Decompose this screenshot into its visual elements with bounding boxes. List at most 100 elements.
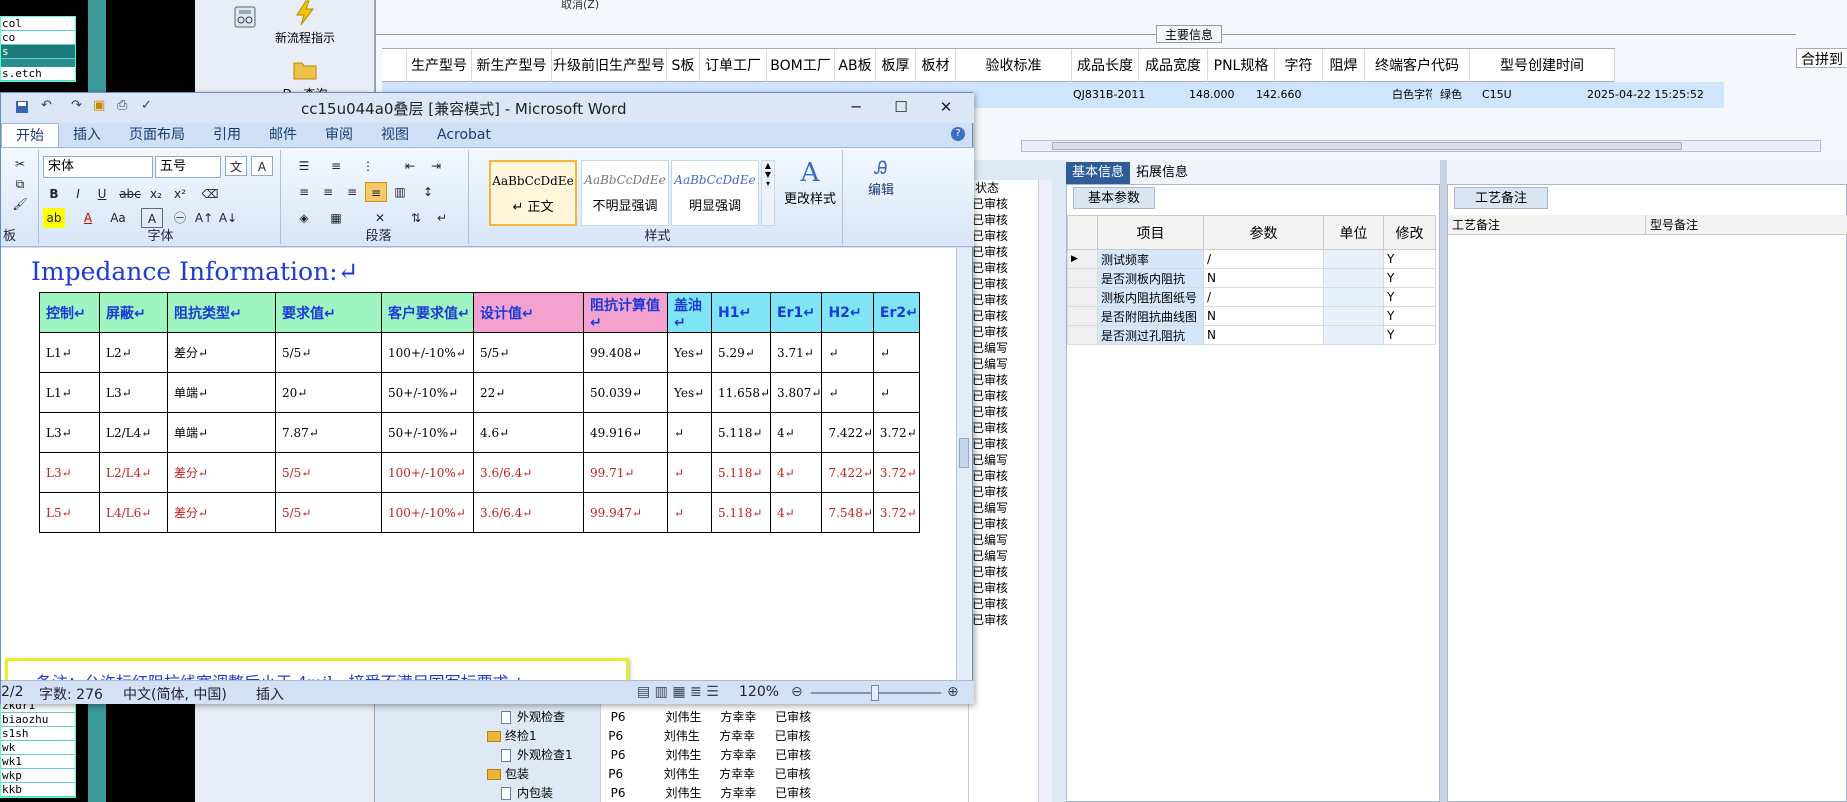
grid-header-cell[interactable]: 板厚 [876,49,916,83]
scrollbar-thumb[interactable] [1052,142,1682,150]
tree-row[interactable]: 终检1 P6 刘伟生 方幸幸 已审核 [451,727,819,746]
font-size-combo[interactable]: 五号 [155,156,221,178]
maximize-button[interactable]: ☐ [886,97,916,117]
list-item[interactable]: co [1,31,75,45]
status-page[interactable]: 2/2 [1,684,24,700]
status-header[interactable]: 状态 [969,180,1038,196]
open-icon[interactable]: ▣ [93,98,105,113]
grid-header-cell[interactable]: 板材 [916,49,956,83]
param-value[interactable]: N [1203,325,1324,345]
panel-splitter[interactable] [1440,160,1447,802]
param-value[interactable]: N [1203,306,1324,326]
tree-row[interactable]: 内包装 P6 刘伟生 方幸幸 已审核 [451,784,819,802]
copy-icon[interactable]: ⧉ [9,174,31,194]
tree-row[interactable]: 外观检查 P6 刘伟生 方幸幸 已审核 [451,708,819,727]
close-button[interactable]: ✕ [931,97,961,117]
tab-extended-info[interactable]: 拓展信息 [1130,162,1194,184]
tab-craft-remarks[interactable]: 工艺备注 [1454,187,1549,209]
increase-indent-icon[interactable]: ⇥ [425,156,447,176]
tab-mailings[interactable]: 邮件 [255,123,311,147]
save-icon[interactable] [15,100,29,114]
table-row[interactable]: 是否测板内阻抗 N Y [1067,268,1436,288]
zoom-in-icon[interactable]: ⊕ [947,684,959,700]
grid-header-cell[interactable]: 型号创建时间 [1470,49,1615,83]
underline-button[interactable]: U [91,184,113,204]
grid-header-cell[interactable]: 订单工厂 [700,49,767,83]
undo-icon[interactable]: ↶ [41,98,52,113]
document-scrollbar[interactable] [956,248,972,680]
numbering-icon[interactable]: ≡ [325,156,347,176]
zoom-out-icon[interactable]: ⊖ [791,684,803,700]
list-item[interactable]: wkp [1,769,75,783]
craft-header-cell[interactable]: 型号备注 [1646,215,1847,235]
clear-format-icon[interactable]: ⌫ [199,184,221,204]
param-unit[interactable] [1323,268,1384,288]
distributed-icon[interactable]: ▥ [389,182,411,202]
wen-icon[interactable]: 文 [225,156,247,176]
tab-references[interactable]: 引用 [199,123,255,147]
param-header[interactable]: 单位 [1323,215,1384,250]
superscript-button[interactable]: x² [169,184,191,204]
align-left-icon[interactable]: ≡ [293,182,315,202]
grid-header-cell[interactable]: BOM工厂 [767,49,835,83]
grid-header-cell[interactable]: 成品宽度 [1139,49,1208,83]
document-page[interactable]: Impedance Information:↵ 控制↵ 屏蔽↵ 阻抗类型↵ 要求… [1,248,956,680]
list-item[interactable]: s [1,45,75,59]
tab-review[interactable]: 审阅 [311,123,367,147]
tree-row[interactable]: 外观检查1 P6 刘伟生 方幸幸 已审核 [451,746,819,765]
status-word-count[interactable]: 字数: 276 [39,684,103,704]
change-styles-button[interactable]: A 更改样式 [777,158,843,207]
param-header[interactable]: 参数 [1203,215,1324,250]
horizontal-scrollbar[interactable] [1021,140,1821,152]
list-item[interactable]: kkb [1,783,75,797]
minimize-button[interactable]: ─ [841,97,871,117]
scrollbar-thumb[interactable] [959,438,969,468]
status-insert-mode[interactable]: 插入 [256,684,284,704]
align-center-icon[interactable]: ≡ [317,182,339,202]
grid-header-cell[interactable]: PNL规格 [1208,49,1275,83]
format-painter-icon[interactable]: 🖌 [9,194,31,214]
grid-header-cell[interactable]: 新生产型号 [472,49,552,83]
list-item[interactable]: wk [1,741,75,755]
cut-icon[interactable]: ✂ [9,154,31,174]
justify-icon[interactable]: ≡ [365,182,387,202]
grid-header-cell[interactable]: 阻焊 [1323,49,1365,83]
list-item[interactable]: s1sh [1,727,75,741]
grid-header-cell[interactable]: 成品长度 [1072,49,1139,83]
bold-button[interactable]: B [43,184,65,204]
help-icon[interactable]: ? [951,127,965,141]
word-title-bar[interactable]: ↶ ↷ ▣ ⎙ ✓ cc15u044a0叠层 [兼容模式] - Microsof… [1,93,974,123]
list-item[interactable]: wk1 [1,755,75,769]
grid-header-cell[interactable]: AB板 [835,49,876,83]
table-row[interactable]: 是否测过孔阻抗 N Y [1067,325,1436,345]
align-right-icon[interactable]: ≡ [341,182,363,202]
grid-corner[interactable] [382,49,407,83]
spellcheck-icon[interactable]: ✓ [141,98,152,113]
tab-basic-info[interactable]: 基本信息 [1066,162,1131,184]
line-spacing-icon[interactable]: ↕ [417,182,439,202]
zoom-slider-thumb[interactable] [871,685,879,701]
subscript-button[interactable]: x₂ [145,184,167,204]
view-mode-icons[interactable]: ▤ ▥ ▦ ≣ ☰ [637,684,719,700]
table-row[interactable]: 是否附阻抗曲线图 N Y [1067,306,1436,326]
table-row[interactable]: ▶ 测试频率 / Y [1067,249,1436,269]
style-intense-emphasis[interactable]: AaBbCcDdEe 明显强调 [671,160,759,226]
styles-scroll[interactable]: ▲ ▼ ▾ [761,160,775,226]
param-unit[interactable] [1323,249,1384,269]
status-language[interactable]: 中文(简体, 中国) [123,684,227,704]
param-unit[interactable] [1323,306,1384,326]
grid-header-cell[interactable]: 字符 [1275,49,1323,83]
param-header[interactable]: 修改 [1383,215,1436,250]
redo-icon[interactable]: ↷ [71,98,82,113]
list-item[interactable]: biaozhu [1,713,75,727]
multilevel-list-icon[interactable]: ⋮ [357,156,379,176]
zoom-level[interactable]: 120% [739,684,779,700]
grid-header-cell[interactable]: 验收标准 [956,49,1072,83]
char-border-icon[interactable]: A [251,156,273,176]
vertical-scrollbar[interactable] [1038,180,1052,802]
tab-view[interactable]: 视图 [367,123,423,147]
style-normal[interactable]: AaBbCcDdEe ↵ 正文 [489,160,577,226]
param-header[interactable]: 项目 [1097,215,1204,250]
param-unit[interactable] [1323,287,1384,307]
list-item[interactable]: s.etch [1,67,75,81]
